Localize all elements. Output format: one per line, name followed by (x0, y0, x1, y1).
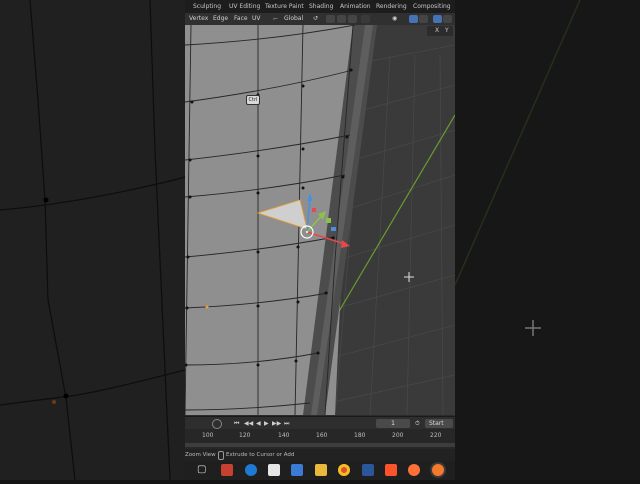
status-bar: Zoom View Extrude to Cursor or Add (185, 449, 455, 461)
blender-window: Sculpting UV Editing Texture Paint Shadi… (185, 0, 455, 480)
snap-target-button[interactable] (337, 15, 346, 23)
chrome-icon[interactable] (338, 464, 350, 476)
selected-vertex-marker (205, 305, 209, 309)
ruler-tick: 100 (202, 432, 214, 439)
snap-toggle-button[interactable] (326, 15, 335, 23)
task-view-icon[interactable]: ▢ (197, 464, 209, 476)
ruler-tick: 160 (316, 432, 328, 439)
menu-edge[interactable]: Edge (213, 13, 228, 25)
start-frame-field[interactable]: Start (425, 419, 453, 428)
axis-x-label[interactable]: X (435, 26, 439, 36)
background-wireframe (0, 0, 189, 481)
viewport-canvas[interactable] (185, 25, 455, 415)
firefox-icon[interactable] (408, 464, 420, 476)
store-icon[interactable] (221, 464, 233, 476)
background-wireframe-right (454, 0, 581, 336)
jump-start-icon[interactable]: ⏮ (234, 419, 239, 428)
jump-end-icon[interactable]: ⏭ (284, 419, 289, 428)
auto-keying-icon[interactable] (212, 419, 222, 429)
tab-compositing[interactable]: Compositing (413, 1, 451, 12)
shading-button[interactable] (443, 15, 452, 23)
play-icon[interactable]: ▶ (264, 419, 269, 428)
brave-icon[interactable] (385, 464, 397, 476)
axis-y-label[interactable]: Y (445, 26, 449, 36)
mail-icon[interactable] (268, 464, 280, 476)
menu-face[interactable]: Face (234, 13, 248, 25)
menu-vertex[interactable]: Vertex (189, 13, 208, 25)
3d-viewport[interactable]: Ctrl X Y (185, 25, 455, 415)
photos-icon[interactable] (291, 464, 303, 476)
taskbar: ▢ (185, 461, 455, 480)
ruler-tick: 180 (354, 432, 366, 439)
tab-sculpting[interactable]: Sculpting (193, 1, 221, 12)
tab-texture-paint[interactable]: Texture Paint (265, 1, 304, 12)
ctrl-key-indicator: Ctrl (246, 95, 260, 105)
3d-cursor-icon (404, 272, 414, 282)
prev-keyframe-icon[interactable]: ◀◀ (244, 419, 253, 428)
timeline-ruler[interactable]: 100 120 140 160 180 200 220 (185, 429, 455, 449)
proportional-falloff-button[interactable] (361, 15, 370, 23)
tab-shading[interactable]: Shading (309, 1, 333, 12)
blender-icon[interactable] (432, 464, 444, 476)
timeline-scrollbar[interactable] (185, 443, 455, 447)
ruler-tick: 220 (430, 432, 442, 439)
pivot-point-icon[interactable]: ↺ (313, 13, 318, 25)
tab-animation[interactable]: Animation (340, 1, 371, 12)
ruler-tick: 200 (392, 432, 404, 439)
navigation-gizmo-header: X Y (427, 26, 453, 36)
current-frame-field[interactable]: 1 (376, 419, 410, 428)
xray-button[interactable] (433, 15, 442, 23)
edge-browser-icon[interactable] (245, 464, 257, 476)
workspace-tabs: Sculpting UV Editing Texture Paint Shadi… (185, 0, 455, 13)
word-icon[interactable] (362, 464, 374, 476)
mouse-icon (218, 451, 224, 460)
timeline-header: ⏮ ◀◀ ◀ ▶ ▶▶ ⏭ 1 ⏱ Start (185, 416, 455, 430)
play-reverse-icon[interactable]: ◀ (256, 419, 261, 428)
overlays-button[interactable] (409, 15, 418, 23)
tab-uv-editing[interactable]: UV Editing (229, 1, 260, 12)
transform-orientation-dropdown[interactable]: Global (284, 13, 303, 25)
tab-rendering[interactable]: Rendering (376, 1, 407, 12)
extrude-hint: Extrude to Cursor or Add (226, 452, 295, 458)
menu-uv[interactable]: UV (252, 13, 261, 25)
overlays-dropdown[interactable] (419, 15, 428, 23)
orientation-icon: ⤚ (273, 15, 278, 22)
visibility-icon[interactable]: ◉ (392, 13, 397, 25)
stopwatch-icon[interactable]: ⏱ (415, 419, 420, 428)
ruler-tick: 120 (239, 432, 251, 439)
zoom-view-hint: Zoom View (185, 452, 216, 458)
proportional-edit-button[interactable] (348, 15, 357, 23)
next-keyframe-icon[interactable]: ▶▶ (272, 419, 281, 428)
ruler-tick: 140 (278, 432, 290, 439)
background-mesh-right (454, 0, 640, 480)
background-mesh-left (0, 0, 189, 481)
file-explorer-icon[interactable] (315, 464, 327, 476)
